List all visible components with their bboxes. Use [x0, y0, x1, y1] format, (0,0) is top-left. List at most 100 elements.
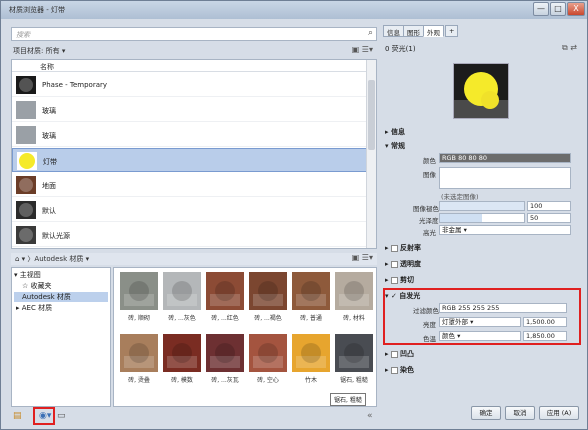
tile-tooltip: 锯石, 粗糙: [330, 393, 366, 406]
section-tint[interactable]: ▸ 染色: [385, 365, 414, 375]
material-tile[interactable]: 砖, 材料: [335, 272, 373, 322]
section-transparency-label: 透明度: [399, 260, 421, 268]
search-input[interactable]: 搜索 ⌕: [11, 27, 377, 41]
material-tile-caption: 砖, 顺砌: [128, 315, 150, 322]
apply-button[interactable]: 应用 (A): [539, 406, 579, 420]
library-filter-label: 项目材质: 所有: [13, 47, 60, 55]
material-thumbnail-icon: [163, 334, 201, 372]
browser-pane: 搜索 ⌕ 项目材质: 所有 ▾ ▣ ☰▾ 名称 Phase - Temporar…: [5, 23, 381, 425]
material-row[interactable]: 地面: [12, 173, 367, 197]
image-fade-slider[interactable]: [439, 201, 525, 211]
library-tree: ▾ 主视图 ☆ 收藏夹 Autodesk 材质 ▸ AEC 材质: [11, 267, 111, 407]
material-editor-pane: 信息 图形 外观 + 0 荧光(1) ⧉ ⇄ ▸ 信息 ▾ 常规 颜色 RGB …: [383, 23, 585, 403]
material-tile[interactable]: 砖, 顺砌: [120, 272, 158, 322]
breadcrumb-library: Autodesk 材质: [34, 255, 84, 263]
library-filter[interactable]: 项目材质: 所有 ▾: [13, 46, 65, 56]
highlight-box-create: [33, 407, 55, 425]
material-thumbnail-icon: [335, 334, 373, 372]
project-materials-bar: 项目材质: 所有 ▾ ▣ ☰▾: [11, 45, 377, 57]
material-tile[interactable]: 砖, 模数: [163, 334, 201, 384]
cutout-checkbox[interactable]: [390, 276, 398, 284]
reflectivity-checkbox[interactable]: [390, 244, 398, 252]
color-field[interactable]: RGB 80 80 80: [439, 153, 571, 163]
material-swatch-icon: [16, 176, 36, 194]
material-thumbnail-icon: [249, 272, 287, 310]
library-material-grid: 锯石, 粗糙 竹木 砖, 空心 砖, ...灰瓦 砖, 模数 砖, 烫叠 砖, 材料 砖, 普…: [113, 267, 377, 407]
title-bar: 材质浏览器 - 灯带 — □ X: [1, 1, 587, 19]
material-editor-icon[interactable]: ▭: [57, 411, 66, 421]
section-reflectivity[interactable]: ▸ 反射率: [385, 243, 421, 253]
section-info[interactable]: ▸ 信息: [385, 127, 405, 137]
material-thumbnail-icon: [206, 272, 244, 310]
material-tile[interactable]: 砖, 普通: [292, 272, 330, 322]
search-icon[interactable]: ⌕: [368, 28, 373, 38]
tree-node[interactable]: Autodesk 材质: [14, 292, 108, 302]
material-tile-caption: 砖, 普通: [300, 315, 322, 322]
transparency-checkbox[interactable]: [390, 260, 398, 268]
section-transparency[interactable]: ▸ 透明度: [385, 259, 421, 269]
appearance-asset-name: 0 荧光(1) ⧉ ⇄: [383, 43, 581, 55]
tree-node[interactable]: ▸ AEC 材质: [14, 303, 52, 313]
browser-bottom-toolbar: ▤ ◉▾ ▭ «: [11, 407, 377, 425]
section-cutout-label: 剪切: [399, 276, 414, 284]
material-tile[interactable]: 砖, ...褐色: [249, 272, 287, 322]
add-tab-button[interactable]: +: [445, 25, 459, 37]
section-bump[interactable]: ▸ 凹凸: [385, 349, 414, 359]
highlight-box-self-illumination: [383, 288, 581, 345]
scrollbar-thumb[interactable]: [368, 80, 375, 150]
tree-node[interactable]: ▾ 主视图: [14, 270, 41, 280]
close-button[interactable]: X: [567, 2, 585, 16]
material-row[interactable]: 玻璃: [12, 98, 367, 122]
cancel-button[interactable]: 取消: [505, 406, 535, 420]
material-row[interactable]: 默认光源: [12, 223, 367, 247]
view-options-icon[interactable]: ▣ ☰▾: [352, 45, 373, 54]
material-name: 玻璃: [42, 107, 56, 115]
collapse-icon[interactable]: «: [367, 411, 373, 421]
material-name: 默认光源: [42, 232, 70, 240]
material-thumbnail-icon: [120, 272, 158, 310]
breadcrumb[interactable]: ⌂ ▾ 〉Autodesk 材质 ▾: [15, 254, 89, 264]
section-cutout[interactable]: ▸ 剪切: [385, 275, 414, 285]
material-tile-caption: 竹木: [304, 377, 317, 384]
image-fade-value[interactable]: 100: [527, 201, 571, 211]
material-row[interactable]: Phase - Temporary: [12, 73, 367, 97]
minimize-button[interactable]: —: [533, 2, 549, 16]
glossiness-value[interactable]: 50: [527, 213, 571, 223]
duplicate-asset-icon[interactable]: ⧉ ⇄: [562, 43, 577, 53]
tree-node[interactable]: ☆ 收藏夹: [14, 281, 52, 291]
material-tile[interactable]: 竹木: [292, 334, 330, 384]
ok-button[interactable]: 确定: [471, 406, 501, 420]
material-row[interactable]: 默认: [12, 198, 367, 222]
material-tile[interactable]: 砖, 空心: [249, 334, 287, 384]
material-tile[interactable]: 砖, ...红色: [206, 272, 244, 322]
material-row[interactable]: 玻璃: [12, 123, 367, 147]
maximize-button[interactable]: □: [550, 2, 566, 16]
bump-checkbox[interactable]: [390, 350, 398, 358]
image-field[interactable]: [439, 167, 571, 189]
material-row[interactable]: 灯带: [12, 148, 367, 172]
highlight-label: 高光: [423, 229, 436, 237]
tab-graphics[interactable]: 图形: [403, 25, 424, 37]
material-tile[interactable]: 砖, 烫叠: [120, 334, 158, 384]
material-swatch-icon: [16, 226, 36, 244]
library-view-icon[interactable]: ▣ ☰▾: [352, 253, 373, 262]
image-fade-label: 图像褪色: [413, 205, 439, 213]
open-library-icon[interactable]: ▤: [13, 411, 22, 421]
tab-appearance[interactable]: 外观: [423, 25, 444, 37]
material-tile[interactable]: 砖, ...灰色: [163, 272, 201, 322]
tint-checkbox[interactable]: [390, 366, 398, 374]
section-generic[interactable]: ▾ 常规: [385, 141, 405, 151]
material-tile[interactable]: 砖, ...灰瓦: [206, 334, 244, 384]
material-tile[interactable]: 锯石, 粗糙: [335, 334, 373, 384]
highlight-select[interactable]: 非金属 ▾: [439, 225, 571, 235]
material-tile-caption: 砖, ...红色: [211, 315, 239, 322]
material-name: 默认: [42, 207, 56, 215]
glossiness-slider[interactable]: [439, 213, 525, 223]
tab-info[interactable]: 信息: [383, 25, 404, 37]
material-thumbnail-icon: [206, 334, 244, 372]
material-preview[interactable]: [453, 63, 509, 119]
section-generic-label: 常规: [390, 142, 405, 150]
material-thumbnail-icon: [120, 334, 158, 372]
list-scrollbar[interactable]: [366, 60, 376, 248]
material-tile-caption: 砖, ...灰瓦: [211, 377, 239, 384]
